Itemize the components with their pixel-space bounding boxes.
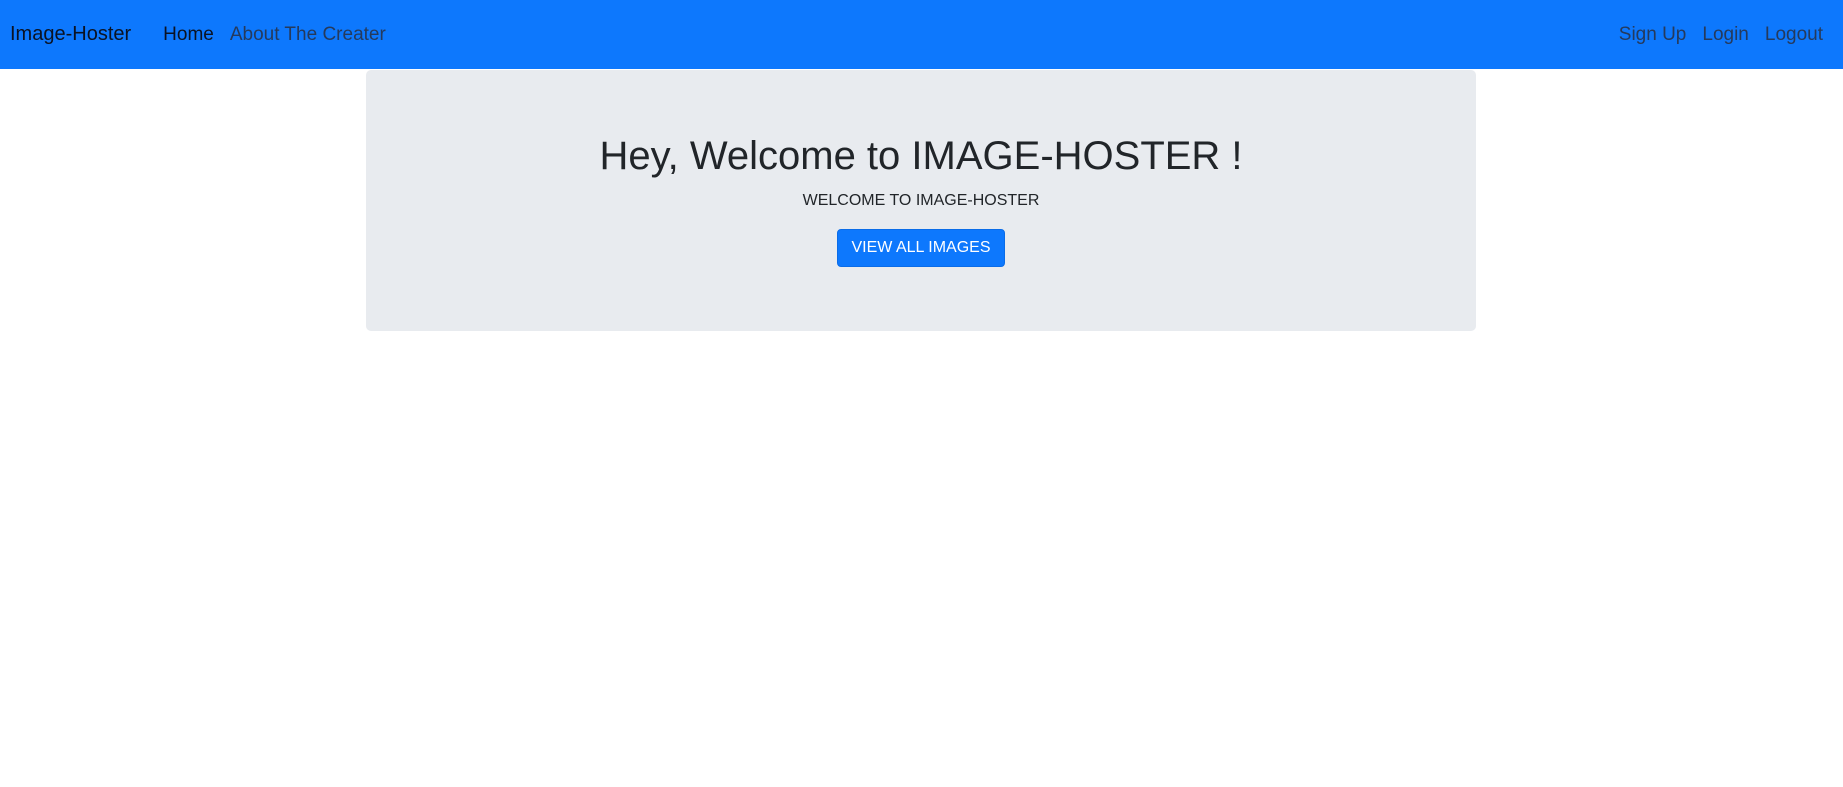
navbar-left: Image-Hoster Home About The Creater [0,0,394,69]
nav-link-login[interactable]: Login [1702,24,1749,46]
welcome-jumbotron: Hey, Welcome to IMAGE-HOSTER ! WELCOME T… [366,70,1476,331]
nav-link-about[interactable]: About The Creater [230,24,386,46]
nav-link-signup[interactable]: Sign Up [1619,24,1687,46]
nav-link-home[interactable]: Home [163,24,214,46]
top-navbar: Image-Hoster Home About The Creater Sign… [0,0,1843,69]
nav-link-logout[interactable]: Logout [1765,24,1823,46]
welcome-title: Hey, Welcome to IMAGE-HOSTER ! [599,134,1243,178]
navbar-right: Sign Up Login Logout [1611,0,1843,69]
view-all-images-button[interactable]: VIEW ALL IMAGES [837,229,1005,267]
welcome-subtitle: WELCOME TO IMAGE-HOSTER [802,192,1040,209]
brand-link[interactable]: Image-Hoster [10,23,131,46]
